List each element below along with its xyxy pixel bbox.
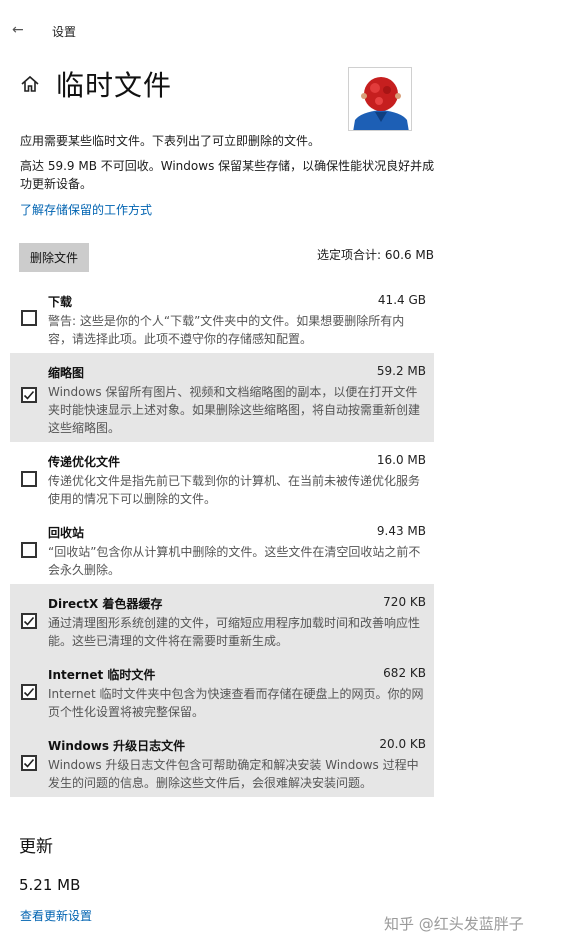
learn-storage-reserve-link[interactable]: 了解存储保留的工作方式 xyxy=(20,201,152,218)
checkmark-icon xyxy=(23,616,35,626)
item-size: 16.0 MB xyxy=(376,453,426,467)
window-title: 设置 xyxy=(52,25,77,39)
item-description: 传递优化文件是指先前已下载到你的计算机、在当前未被传递优化服务使用的情况下可以删… xyxy=(48,474,421,506)
list-item-thumbnails: 缩略图 59.2 MB Windows 保留所有图片、视频和文档缩略图的副本，以… xyxy=(10,353,434,442)
list-item-internet-temp-files: Internet 临时文件 682 KB Internet 临时文件夹中包含为快… xyxy=(10,655,434,726)
intro-text: 应用需要某些临时文件。下表列出了可立即删除的文件。 xyxy=(20,134,321,148)
list-item-delivery-optimization: 传递优化文件 16.0 MB 传递优化文件是指先前已下载到你的计算机、在当前未被… xyxy=(10,442,434,513)
checkmark-icon xyxy=(23,687,35,697)
selected-total: 选定项合计: 60.6 MB xyxy=(317,248,434,262)
item-description: 警告: 这些是你的个人“下载”文件夹中的文件。如果想要删除所有内容，请选择此项。… xyxy=(48,314,405,346)
thumbnails-checkbox[interactable] xyxy=(21,387,37,403)
item-name: DirectX 着色器缓存 xyxy=(48,597,163,611)
item-name: 回收站 xyxy=(48,526,85,540)
recycle-bin-checkbox[interactable] xyxy=(21,542,37,558)
item-description: “回收站”包含你从计算机中删除的文件。这些文件在清空回收站之前不会永久删除。 xyxy=(48,545,421,577)
item-description: Windows 升级日志文件包含可帮助确定和解决安装 Windows 过程中发生… xyxy=(48,758,419,790)
item-size: 59.2 MB xyxy=(376,364,426,378)
internet-temp-files-checkbox[interactable] xyxy=(21,684,37,700)
item-size: 41.4 GB xyxy=(377,293,426,307)
update-size: 5.21 MB xyxy=(19,876,81,894)
item-description: Windows 保留所有图片、视频和文档缩略图的副本，以便在打开文件夹时能快速显… xyxy=(48,385,421,435)
home-icon[interactable] xyxy=(20,74,40,94)
item-description: 通过清理图形系统创建的文件，可缩短应用程序加载时间和改善响应性能。这些已清理的文… xyxy=(48,616,421,648)
item-size: 682 KB xyxy=(383,666,426,680)
directx-shader-cache-checkbox[interactable] xyxy=(21,613,37,629)
list-item-directx-shader-cache: DirectX 着色器缓存 720 KB 通过清理图形系统创建的文件，可缩短应用… xyxy=(10,584,434,655)
item-size: 720 KB xyxy=(383,595,426,609)
checkmark-icon xyxy=(23,758,35,768)
list-item-windows-upgrade-logs: Windows 升级日志文件 20.0 KB Windows 升级日志文件包含可… xyxy=(10,726,434,797)
watermark: 知乎 @红头发蓝胖子 xyxy=(384,915,524,933)
item-size: 20.0 KB xyxy=(379,737,426,751)
item-name: 下载 xyxy=(48,295,73,309)
item-size: 9.43 MB xyxy=(376,524,426,538)
view-update-settings-link[interactable]: 查看更新设置 xyxy=(20,907,92,924)
page-title: 临时文件 xyxy=(56,69,173,102)
list-item-recycle-bin: 回收站 9.43 MB “回收站”包含你从计算机中删除的文件。这些文件在清空回收… xyxy=(10,513,434,584)
title-bar: ← 设置 xyxy=(0,0,588,60)
delete-files-button[interactable]: 删除文件 xyxy=(19,243,89,272)
item-name: Internet 临时文件 xyxy=(48,668,156,682)
delivery-optimization-checkbox[interactable] xyxy=(21,471,37,487)
list-item-downloads: 下载 41.4 GB 警告: 这些是你的个人“下载”文件夹中的文件。如果想要删除… xyxy=(10,282,434,353)
avatar xyxy=(348,67,412,131)
item-name: 缩略图 xyxy=(48,366,85,380)
checkmark-icon xyxy=(23,390,35,400)
item-description: Internet 临时文件夹中包含为快速查看而存储在硬盘上的网页。你的网页个性化… xyxy=(48,687,424,719)
windows-upgrade-logs-checkbox[interactable] xyxy=(21,755,37,771)
reserved-storage-text: 高达 59.9 MB 不可回收。Windows 保留某些存储，以确保性能状况良好… xyxy=(20,159,435,191)
downloads-checkbox[interactable] xyxy=(21,310,37,326)
temp-file-list: 下载 41.4 GB 警告: 这些是你的个人“下载”文件夹中的文件。如果想要删除… xyxy=(10,282,434,797)
update-section-title: 更新 xyxy=(19,837,53,857)
arrow-left-icon[interactable]: ← xyxy=(12,22,24,38)
item-name: 传递优化文件 xyxy=(48,455,121,469)
item-name: Windows 升级日志文件 xyxy=(48,739,186,753)
